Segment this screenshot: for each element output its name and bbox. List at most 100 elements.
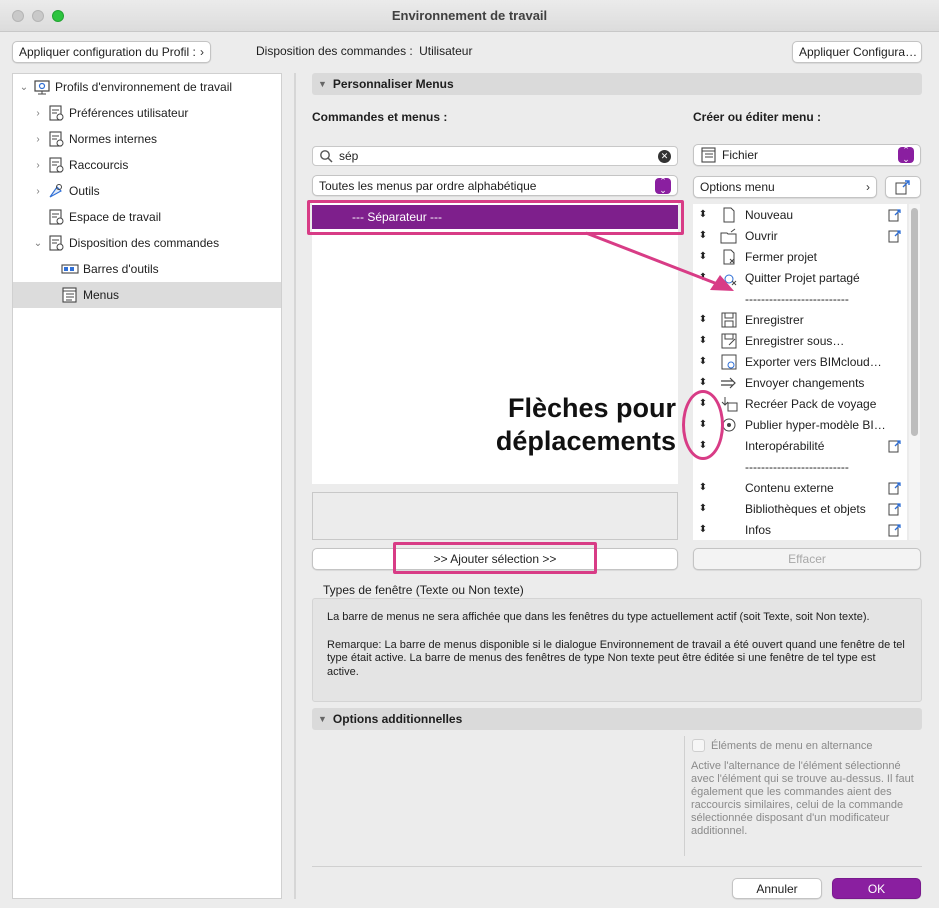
blank-icon bbox=[719, 480, 739, 496]
menu-item-label: -------------------------- bbox=[745, 459, 849, 474]
menu-select-value: Fichier bbox=[722, 148, 759, 162]
menu-item-label: Contenu externe bbox=[745, 480, 834, 495]
tree-item-menus[interactable]: Menus bbox=[13, 282, 281, 308]
settings-doc-icon bbox=[49, 131, 64, 147]
list-item[interactable]: ⬍ Nouveau bbox=[693, 204, 907, 225]
submenu-icon[interactable] bbox=[887, 480, 903, 496]
search-field[interactable]: sép ✕ bbox=[312, 146, 678, 166]
menu-item-label: Enregistrer bbox=[745, 312, 804, 327]
list-item[interactable]: -------------------------- bbox=[693, 456, 907, 477]
list-item[interactable]: ⬍ Enregistrer sous… bbox=[693, 330, 907, 351]
submenu-icon[interactable] bbox=[887, 228, 903, 244]
list-item[interactable]: ⬍ Bibliothèques et objets bbox=[693, 498, 907, 519]
annotation-circle bbox=[682, 390, 724, 460]
menu-item-label: Interopérabilité bbox=[745, 438, 825, 453]
disclosure-open-icon[interactable]: ▼ bbox=[318, 79, 327, 89]
tree-item-preferences[interactable]: › Préférences utilisateur bbox=[13, 100, 281, 126]
title-bar: Environnement de travail bbox=[0, 0, 939, 32]
disclosure-open-icon[interactable]: ⌄ bbox=[17, 82, 31, 93]
apply-config-label: Appliquer Configura… bbox=[799, 45, 918, 59]
settings-doc-icon bbox=[49, 157, 64, 173]
menu-item-label: Infos bbox=[745, 522, 772, 537]
disclosure-open-icon[interactable]: ▼ bbox=[318, 714, 327, 724]
export-cloud-icon bbox=[721, 354, 737, 369]
disclosure-closed-icon[interactable]: › bbox=[31, 186, 45, 197]
menu-item-label: Enregistrer sous… bbox=[745, 333, 845, 348]
blank-icon bbox=[719, 501, 739, 517]
alternate-items-checkbox-row[interactable]: Éléments de menu en alternance bbox=[692, 739, 872, 752]
menu-select[interactable]: Fichier ⌃ ⌄ bbox=[693, 144, 921, 166]
create-menu-label: Créer ou éditer menu : bbox=[693, 110, 822, 124]
tree-item-tools[interactable]: › Outils bbox=[13, 178, 281, 204]
profile-icon bbox=[34, 80, 50, 95]
list-item[interactable]: ⬍ Publier hyper-modèle BI… bbox=[693, 414, 907, 435]
select-stepper-icon: ⌃ ⌄ bbox=[655, 176, 671, 194]
move-arrows-icon[interactable]: ⬍ bbox=[693, 503, 713, 514]
tree-item-label: Profils d'environnement de travail bbox=[55, 80, 233, 94]
save-as-icon bbox=[721, 333, 737, 348]
tree-item-label: Normes internes bbox=[69, 132, 158, 146]
tree-item-label: Disposition des commandes bbox=[69, 236, 220, 250]
annotation-arrow bbox=[585, 231, 734, 291]
annotation-text: Flèches pour déplacements bbox=[470, 392, 676, 458]
submenu-icon[interactable] bbox=[887, 207, 903, 223]
move-arrows-icon[interactable]: ⬍ bbox=[693, 524, 713, 535]
menu-item-label: Exporter vers BIMcloud… bbox=[745, 354, 882, 369]
window-types-para-2: Remarque: La barre de menus disponible s… bbox=[327, 638, 905, 678]
cancel-button[interactable]: Annuler bbox=[732, 878, 822, 899]
list-item[interactable]: ⬍ Exporter vers BIMcloud… bbox=[693, 351, 907, 372]
command-description-box bbox=[312, 492, 678, 540]
submenu-icon[interactable] bbox=[887, 522, 903, 538]
options-menu-button[interactable]: Options menu › bbox=[693, 176, 877, 198]
customize-menus-header[interactable]: ▼ Personnaliser Menus bbox=[312, 73, 922, 95]
save-icon bbox=[721, 312, 737, 327]
layout-value: Utilisateur bbox=[419, 44, 473, 58]
move-arrows-icon[interactable]: ⬍ bbox=[693, 314, 713, 325]
tree-item-profiles[interactable]: ⌄ Profils d'environnement de travail bbox=[13, 74, 281, 100]
panel-divider[interactable] bbox=[294, 73, 296, 899]
list-item[interactable]: ⬍ Recréer Pack de voyage bbox=[693, 393, 907, 414]
apply-profile-button[interactable]: Appliquer configuration du Profil : › bbox=[12, 41, 211, 63]
alternate-items-checkbox[interactable] bbox=[692, 739, 705, 752]
list-item[interactable]: ⬍ Interopérabilité bbox=[693, 435, 907, 456]
filter-select[interactable]: Toutes les menus par ordre alphabétique … bbox=[312, 175, 678, 196]
search-input[interactable]: sép bbox=[339, 149, 358, 163]
move-arrows-icon[interactable]: ⬍ bbox=[693, 482, 713, 493]
export-icon bbox=[895, 180, 910, 195]
tree-item-shortcuts[interactable]: › Raccourcis bbox=[13, 152, 281, 178]
submenu-icon[interactable] bbox=[887, 501, 903, 517]
tree-item-standards[interactable]: › Normes internes bbox=[13, 126, 281, 152]
move-arrows-icon[interactable]: ⬍ bbox=[693, 335, 713, 346]
list-item[interactable]: ⬍ Enregistrer bbox=[693, 309, 907, 330]
submenu-icon[interactable] bbox=[887, 438, 903, 454]
disclosure-open-icon[interactable]: ⌄ bbox=[31, 238, 45, 249]
move-arrows-icon[interactable]: ⬍ bbox=[693, 209, 713, 220]
menu-item-label: Publier hyper-modèle BI… bbox=[745, 417, 886, 432]
ok-button[interactable]: OK bbox=[832, 878, 921, 899]
export-menu-button[interactable] bbox=[885, 176, 921, 198]
move-arrows-icon[interactable]: ⬍ bbox=[693, 377, 713, 388]
options-divider bbox=[684, 736, 685, 856]
move-arrows-icon[interactable]: ⬍ bbox=[693, 356, 713, 367]
settings-doc-icon bbox=[49, 209, 64, 225]
apply-config-button[interactable]: Appliquer Configura… › bbox=[792, 41, 922, 63]
ok-label: OK bbox=[867, 881, 886, 896]
erase-label: Effacer bbox=[788, 552, 826, 566]
tree-item-toolbars[interactable]: Barres d'outils bbox=[13, 256, 281, 282]
disclosure-closed-icon[interactable]: › bbox=[31, 108, 45, 119]
apply-profile-label: Appliquer configuration du Profil : bbox=[19, 45, 196, 59]
list-item[interactable]: ⬍ Infos bbox=[693, 519, 907, 540]
list-item[interactable]: ⬍ Contenu externe bbox=[693, 477, 907, 498]
additional-options-header[interactable]: ▼ Options additionnelles bbox=[312, 708, 922, 730]
list-item[interactable]: ⬍ Envoyer changements bbox=[693, 372, 907, 393]
chevron-right-icon: › bbox=[866, 180, 870, 194]
layout-caption: Disposition des commandes : Utilisateur bbox=[256, 44, 472, 58]
disclosure-closed-icon[interactable]: › bbox=[31, 160, 45, 171]
clear-search-icon[interactable]: ✕ bbox=[658, 149, 671, 163]
tree-item-command-layout[interactable]: ⌄ Disposition des commandes bbox=[13, 230, 281, 256]
erase-button[interactable]: Effacer bbox=[693, 548, 921, 570]
tree-item-workspace[interactable]: Espace de travail bbox=[13, 204, 281, 230]
cancel-label: Annuler bbox=[756, 881, 798, 896]
disclosure-closed-icon[interactable]: › bbox=[31, 134, 45, 145]
scrollbar-thumb[interactable] bbox=[911, 208, 918, 436]
